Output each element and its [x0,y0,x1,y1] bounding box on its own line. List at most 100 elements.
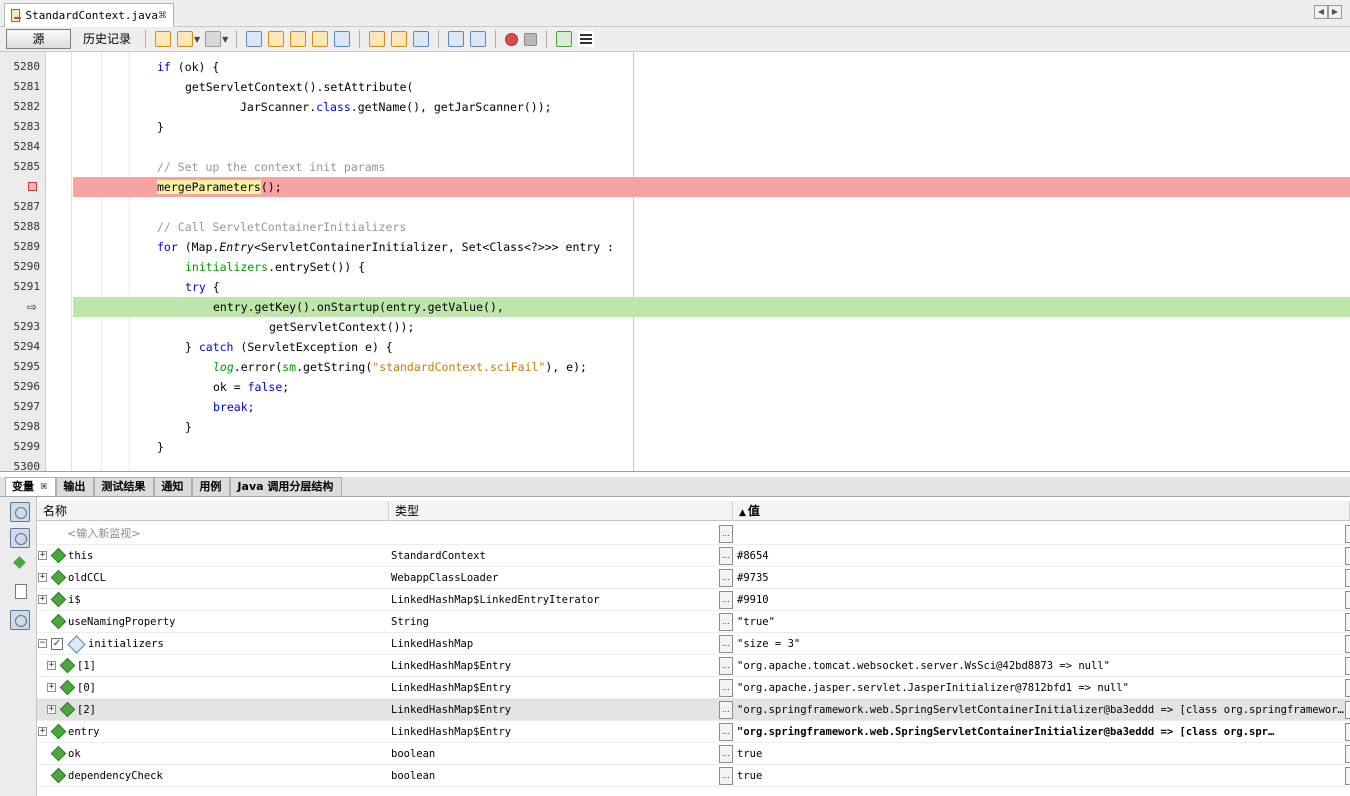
expand-icon[interactable]: + [38,573,47,582]
last-edit-icon[interactable] [155,31,171,47]
value-cell-button[interactable] [1345,657,1350,675]
variable-value[interactable]: true [737,743,1345,765]
back-icon[interactable] [177,31,193,47]
code-editor[interactable]: 5280 if (ok) { 5281 getServletContext().… [0,52,1350,472]
expand-icon[interactable]: + [47,661,56,670]
variable-value[interactable]: #9910 [737,589,1345,611]
table-row-selected[interactable]: + [2] LinkedHashMap$Entry ... "org.sprin… [37,699,1350,721]
close-icon[interactable]: ⌘ [40,478,47,496]
scroll-left-icon[interactable]: ◀ [1314,5,1328,19]
value-cell-button[interactable] [1345,635,1350,653]
edit-value-button[interactable]: ... [719,547,733,565]
table-row[interactable]: − ✓ initializers LinkedHashMap ... "size… [37,633,1350,655]
tab-test-results[interactable]: 测试结果 [94,477,155,496]
expand-icon[interactable]: + [38,595,47,604]
find-previous-icon[interactable] [268,31,285,47]
variable-value[interactable]: "org.apache.jasper.servlet.JasperInitial… [737,677,1345,699]
expand-icon[interactable]: + [38,551,47,560]
variable-value[interactable]: "org.apache.tomcat.websocket.server.WsSc… [737,655,1345,677]
value-cell-button[interactable] [1345,591,1350,609]
expand-icon[interactable]: + [47,683,56,692]
tab-variables[interactable]: 变量 ⌘ [5,477,57,496]
variable-value[interactable]: "org.springframework.web.SpringServletCo… [737,721,1345,743]
toggle-bookmark-icon[interactable] [413,31,430,47]
new-watch-placeholder[interactable]: <输入新监视> [67,523,140,545]
value-cell-button[interactable] [1345,745,1350,763]
watch-checkbox[interactable]: ✓ [51,638,63,650]
tab-java-call-hierarchy[interactable]: Java 调用分层结构 [230,477,343,496]
find-next-icon[interactable] [290,31,307,47]
variable-value[interactable]: true [737,765,1345,787]
new-watch-row[interactable]: <输入新监视> ... [37,523,1350,545]
table-row[interactable]: + oldCCL WebappClassLoader ... #9735 [37,567,1350,589]
forward-icon[interactable] [205,31,222,47]
scroll-right-icon[interactable]: ▶ [1328,5,1342,19]
table-row[interactable]: + this StandardContext ... #8654 [37,545,1350,567]
table-row[interactable]: useNamingProperty String ... "true" [37,611,1350,633]
column-header-name[interactable]: 名称 [37,501,389,521]
edit-value-button[interactable]: ... [719,723,733,741]
show-values-as-text-icon[interactable] [10,610,30,630]
edit-value-button[interactable]: ... [719,635,733,653]
table-row[interactable]: + [0] LinkedHashMap$Entry ... "org.apach… [37,677,1350,699]
table-row[interactable]: + i$ LinkedHashMap$LinkedEntryIterator .… [37,589,1350,611]
shift-left-icon[interactable] [448,31,465,47]
value-cell-button[interactable] [1345,569,1350,587]
collapse-icon[interactable]: − [38,639,47,648]
shift-right-icon[interactable] [470,31,487,47]
show-inherited-icon[interactable] [10,528,30,548]
stop-macro-icon[interactable] [524,32,538,46]
next-bookmark-icon[interactable] [391,31,408,47]
value-cell-button[interactable] [1345,767,1350,785]
table-row[interactable]: dependencyCheck boolean ... true [37,765,1350,787]
settings-icon[interactable] [12,583,28,599]
table-row[interactable]: + [1] LinkedHashMap$Entry ... "org.apach… [37,655,1350,677]
toggle-selection-icon[interactable] [334,31,351,47]
edit-value-button[interactable]: ... [719,745,733,763]
new-watch-icon[interactable] [12,555,28,571]
variable-name: initializers [88,638,164,650]
table-row[interactable]: ok boolean ... true [37,743,1350,765]
edit-value-button[interactable]: ... [719,657,733,675]
uncomment-icon[interactable] [578,31,595,47]
edit-value-button[interactable]: ... [719,767,733,785]
comment-icon[interactable] [556,31,573,47]
value-cell-button[interactable] [1345,679,1350,697]
expand-icon[interactable]: + [38,727,47,736]
edit-value-button[interactable]: ... [719,679,733,697]
toggle-highlight-icon[interactable] [312,31,329,47]
find-icon[interactable] [246,31,263,47]
tab-output[interactable]: 输出 [56,477,95,496]
edit-value-button[interactable]: ... [719,569,733,587]
expand-icon[interactable]: + [47,705,56,714]
edit-value-button[interactable]: ... [719,701,733,719]
value-cell-button[interactable] [1345,723,1350,741]
edit-value-button[interactable]: ... [719,591,733,609]
chevron-down-icon[interactable]: ▼ [222,35,228,44]
variable-value[interactable]: #9735 [737,567,1345,589]
variable-value[interactable]: #8654 [737,545,1345,567]
column-header-type[interactable]: 类型 [389,501,733,521]
breakpoint-icon[interactable] [28,182,37,191]
source-view-button[interactable]: 源 [6,29,71,49]
edit-value-button[interactable]: ... [719,613,733,631]
column-header-value[interactable]: ▲ 值 [733,501,1350,521]
history-view-button[interactable]: 历史记录 [75,29,139,49]
value-cell-button[interactable] [1345,547,1350,565]
variable-value[interactable]: "true" [737,611,1345,633]
tab-usages[interactable]: 用例 [192,477,231,496]
variable-value[interactable]: "size = 3" [737,633,1345,655]
tab-notifications[interactable]: 通知 [154,477,193,496]
file-tab-standardcontext[interactable]: StandardContext.java ⌘ [4,3,174,27]
previous-bookmark-icon[interactable] [369,31,386,47]
table-row[interactable]: + entry LinkedHashMap$Entry ... "org.spr… [37,721,1350,743]
chevron-down-icon[interactable]: ▼ [194,35,200,44]
edit-value-button[interactable]: ... [719,525,733,543]
start-macro-icon[interactable] [505,32,519,46]
variable-value[interactable]: "org.springframework.web.SpringServletCo… [737,699,1345,721]
value-cell-button[interactable] [1345,613,1350,631]
show-static-icon[interactable] [10,502,30,522]
close-icon[interactable]: ⌘ [158,11,167,21]
value-cell-button[interactable] [1345,701,1350,719]
value-cell-button[interactable] [1345,525,1350,543]
